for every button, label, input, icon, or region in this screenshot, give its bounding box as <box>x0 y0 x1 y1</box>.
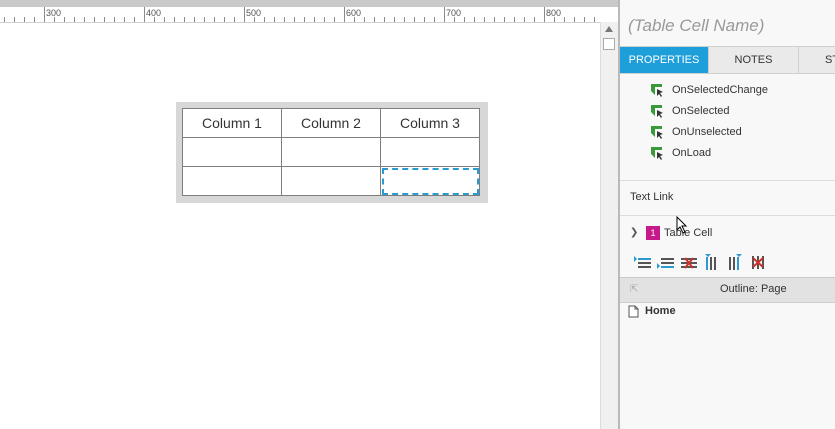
divider <box>620 180 835 181</box>
table-cell[interactable] <box>182 137 282 167</box>
insert-column-right-icon[interactable] <box>726 254 744 270</box>
ruler-label: 700 <box>446 8 462 18</box>
table[interactable]: Column 1 Column 2 Column 3 <box>182 108 480 196</box>
widget-name-field[interactable]: (Table Cell Name) <box>628 16 764 36</box>
tab-style[interactable]: ST <box>799 47 835 73</box>
table-cell[interactable] <box>380 137 480 167</box>
table-row <box>182 166 480 196</box>
text-link-section[interactable]: Text Link <box>630 191 673 203</box>
table-cell[interactable] <box>281 137 381 167</box>
scroll-up-arrow-icon[interactable] <box>605 26 613 32</box>
event-label: OnSelectedChange <box>672 84 769 96</box>
mouse-cursor-icon <box>676 216 688 234</box>
chevron-down-icon[interactable]: ❯ <box>630 227 638 238</box>
delete-column-icon[interactable] <box>749 254 767 270</box>
event-lightning-icon <box>651 147 663 160</box>
event-lightning-icon <box>651 105 663 118</box>
selected-table-cell[interactable] <box>380 166 480 196</box>
table-cell[interactable] <box>281 166 381 196</box>
inspector-panel: (Table Cell Name) PROPERTIES NOTES ST On… <box>618 0 835 429</box>
table-cell[interactable]: Column 1 <box>182 108 282 138</box>
table-cell[interactable] <box>182 166 282 196</box>
insert-column-left-icon[interactable] <box>703 254 721 270</box>
horizontal-ruler: 300 400 500 600 700 800 <box>0 7 600 23</box>
table-row <box>182 137 480 167</box>
ruler-label: 800 <box>546 8 562 18</box>
cell-badge: 1 <box>646 226 660 240</box>
tab-notes[interactable]: NOTES <box>709 47 799 73</box>
delete-row-icon[interactable] <box>680 254 698 270</box>
collapse-arrow-icon[interactable]: ⇱ <box>630 284 638 295</box>
top-strip <box>0 0 618 7</box>
table-cell[interactable]: Column 3 <box>380 108 480 138</box>
event-lightning-icon <box>651 126 663 139</box>
page-icon <box>628 305 639 318</box>
page-label: Home <box>645 305 676 317</box>
event-label: OnLoad <box>672 147 712 159</box>
ruler-label: 500 <box>246 8 262 18</box>
insert-row-above-icon[interactable] <box>634 254 652 270</box>
event-lightning-icon <box>651 84 663 97</box>
ruler-label: 400 <box>146 8 162 18</box>
panel-tabs: PROPERTIES NOTES ST <box>620 46 835 74</box>
ruler-ticks <box>4 7 595 22</box>
canvas-area[interactable] <box>0 0 600 429</box>
divider <box>620 215 835 216</box>
event-label: OnSelected <box>672 105 730 117</box>
scrollbar-thumb[interactable] <box>603 38 615 50</box>
ruler-label: 300 <box>46 8 62 18</box>
table-cell-label: Table Cell <box>664 227 713 239</box>
outline-title: Outline: Page <box>720 283 787 295</box>
table-widget[interactable]: Column 1 Column 2 Column 3 <box>176 102 488 203</box>
tab-properties[interactable]: PROPERTIES <box>620 47 709 73</box>
insert-row-below-icon[interactable] <box>657 254 675 270</box>
ruler-label: 600 <box>346 8 362 18</box>
table-cell[interactable]: Column 2 <box>281 108 381 138</box>
table-header-row: Column 1 Column 2 Column 3 <box>182 108 480 138</box>
event-label: OnUnselected <box>672 126 742 138</box>
vertical-scrollbar[interactable] <box>600 22 618 429</box>
outline-header: ⇱ Outline: Page <box>620 277 835 303</box>
